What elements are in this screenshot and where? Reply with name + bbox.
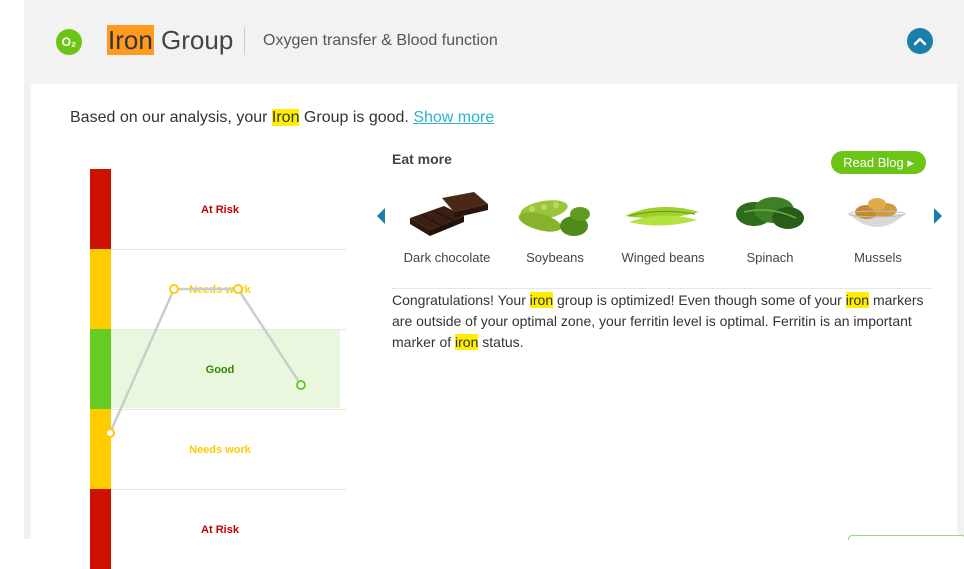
dark-chocolate-icon <box>410 192 488 236</box>
play-icon: ▸ <box>907 155 914 170</box>
food-name: Dark chocolate <box>403 250 491 265</box>
read-blog-label: Read Blog <box>843 155 904 170</box>
food-item-dark-chocolate[interactable] <box>397 188 497 238</box>
carousel-next-arrow-icon[interactable] <box>934 208 942 224</box>
chat-widget-tab[interactable] <box>848 535 964 540</box>
summary-part: Congratulations! Your <box>392 292 530 308</box>
spinach-icon <box>736 197 804 229</box>
group-title: Iron Group <box>107 24 233 57</box>
title-rest: Group <box>153 25 234 55</box>
summary-highlight: iron <box>455 334 479 350</box>
carousel-prev-arrow-icon[interactable] <box>377 208 385 224</box>
food-item-winged-beans[interactable] <box>612 188 712 238</box>
data-point[interactable] <box>105 428 115 438</box>
summary-text: Congratulations! Your iron group is opti… <box>392 290 932 353</box>
show-more-link[interactable]: Show more <box>413 109 494 126</box>
soybeans-icon <box>518 200 590 236</box>
data-point[interactable] <box>233 284 243 294</box>
data-point[interactable] <box>296 380 306 390</box>
winged-beans-icon <box>625 206 699 226</box>
food-item-soybeans[interactable] <box>505 188 605 244</box>
food-name: Mussels <box>854 250 902 265</box>
eat-more-label: Eat more <box>392 151 452 167</box>
food-name: Soybeans <box>526 250 584 265</box>
food-name: Spinach <box>746 250 794 265</box>
food-item-spinach[interactable] <box>720 188 820 238</box>
trend-line <box>108 287 303 434</box>
read-blog-button[interactable]: Read Blog ▸ <box>831 151 926 174</box>
section-divider <box>392 288 932 289</box>
summary-part: group is optimized! Even though some of … <box>553 292 846 308</box>
food-name: Winged beans <box>621 250 705 265</box>
analysis-highlight: Iron <box>271 109 300 126</box>
collapse-button[interactable] <box>907 28 933 54</box>
summary-part: status. <box>478 334 524 350</box>
header-divider <box>244 27 245 55</box>
iron-trend-line <box>105 284 306 438</box>
analysis-text: Based on our analysis, your Iron Group i… <box>70 107 494 129</box>
analysis-prefix: Based on our analysis, your <box>70 109 272 126</box>
oxygen-icon: O₂ <box>56 29 82 55</box>
iron-status-chart: At Risk Needs work Good Needs work At Risk <box>88 168 348 569</box>
summary-highlight: iron <box>845 292 870 308</box>
chevron-up-icon <box>913 37 927 46</box>
analysis-suffix: Group is good. <box>299 109 414 126</box>
data-point[interactable] <box>169 284 179 294</box>
group-subtitle: Oxygen transfer & Blood function <box>263 32 498 49</box>
summary-highlight: iron <box>529 292 554 308</box>
food-item-mussels[interactable] <box>827 188 927 242</box>
title-highlight: Iron <box>107 25 154 55</box>
mussels-icon <box>848 198 906 227</box>
